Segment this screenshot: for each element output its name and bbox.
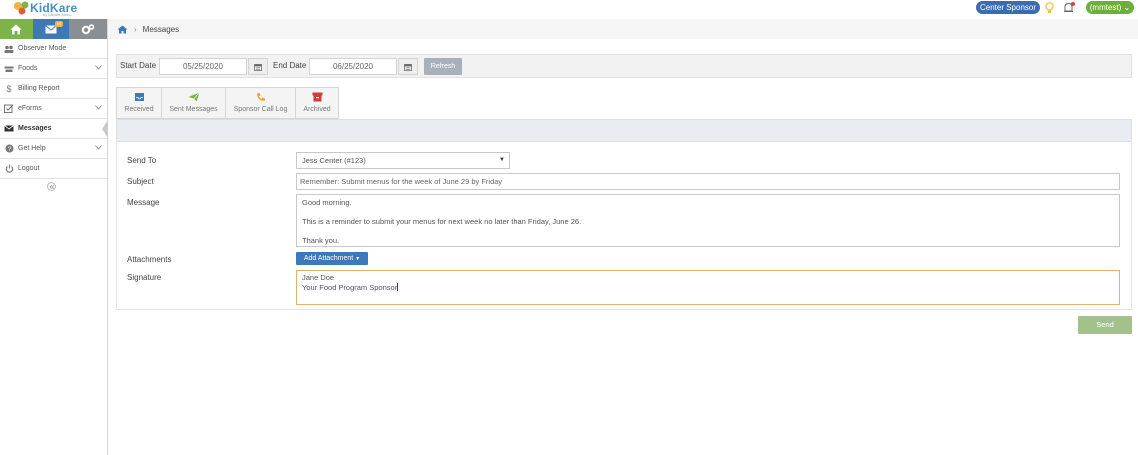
- subject-label: Subject: [127, 177, 154, 186]
- bell-icon[interactable]: [1063, 2, 1075, 14]
- message-tabs: Received Sent Messages Sponsor Call Log …: [116, 87, 339, 119]
- message-line: This is a reminder to submit your menus …: [302, 217, 582, 226]
- check-form-icon: [4, 104, 14, 114]
- paper-plane-icon: [188, 92, 200, 102]
- tab-sponsor-call-log[interactable]: Sponsor Call Log: [225, 87, 295, 119]
- settings-button[interactable]: [69, 19, 107, 39]
- signature-line-2: Your Food Program Sponsor: [302, 282, 1114, 293]
- mail-button[interactable]: 99: [32, 19, 70, 39]
- user-menu-button[interactable]: (mmtest) ⌄: [1086, 1, 1134, 14]
- tab-label: Sponsor Call Log: [233, 106, 288, 113]
- sidebar-item-label: Logout: [18, 165, 40, 172]
- add-attachment-label: Add Attachment: [303, 255, 354, 262]
- tab-label: Sent Messages: [169, 106, 218, 113]
- logo-mark-icon: [14, 1, 29, 15]
- end-date-input[interactable]: 06/25/2020: [309, 58, 397, 75]
- envelope-icon: [4, 124, 14, 134]
- caret-down-icon: ▼: [499, 157, 505, 163]
- refresh-button[interactable]: Refresh: [424, 58, 462, 75]
- subject-input[interactable]: Remember: Submit menus for the week of J…: [296, 173, 1120, 190]
- gear-icon: [81, 23, 95, 34]
- sidebar-item-label: Billing Report: [18, 85, 60, 92]
- lightbulb-icon[interactable]: [1045, 2, 1054, 14]
- end-date-label: End Date: [273, 61, 307, 70]
- user-label: (mmtest): [1089, 3, 1122, 12]
- start-date-calendar-button[interactable]: [248, 58, 268, 75]
- send-to-label: Send To: [127, 156, 157, 165]
- help-icon: ?: [4, 144, 14, 154]
- inbox-icon: [134, 93, 144, 101]
- power-icon: [4, 164, 14, 174]
- tab-label: Received: [124, 106, 154, 113]
- calendar-icon: [254, 63, 262, 71]
- sidebar-item-messages[interactable]: Messages: [0, 119, 108, 139]
- phone-icon: [256, 93, 265, 101]
- send-to-value: Jess Center (#123): [302, 156, 366, 165]
- add-attachment-button[interactable]: Add Attachment ▼: [296, 252, 368, 265]
- chevron-down-icon: [95, 145, 102, 150]
- sidebar-item-label: eForms: [18, 105, 42, 112]
- sidebar-item-eforms[interactable]: eForms: [0, 99, 107, 119]
- chevron-down-icon: ⌄: [1123, 3, 1131, 12]
- sidebar-item-get-help[interactable]: ? Get Help: [0, 139, 107, 159]
- chevron-left-icon: [48, 184, 54, 189]
- text-cursor: [397, 282, 399, 291]
- breadcrumb-separator: ›: [134, 24, 137, 34]
- message-label: Message: [127, 198, 160, 207]
- signature-line: Jane Doe: [302, 273, 335, 282]
- sidebar-item-logout[interactable]: Logout: [0, 159, 107, 179]
- home-button[interactable]: [0, 19, 33, 39]
- send-button[interactable]: Send: [1078, 316, 1132, 334]
- message-line: Good morning.: [302, 198, 352, 207]
- signature-label: Signature: [127, 273, 162, 282]
- svg-text:?: ?: [7, 146, 11, 153]
- top-bar: KidKare by Minute Menu Center Sponsor (m…: [0, 0, 1138, 19]
- breadcrumb: › Messages: [108, 19, 1138, 39]
- start-date-label: Start Date: [120, 61, 157, 70]
- tab-sent-messages[interactable]: Sent Messages: [161, 87, 225, 119]
- home-icon[interactable]: [117, 25, 128, 34]
- center-sponsor-button[interactable]: Center Sponsor: [976, 1, 1040, 14]
- caret-down-icon: ▼: [355, 256, 361, 262]
- logo-subtext: by Minute Menu: [43, 12, 72, 17]
- dollar-icon: $: [6, 83, 12, 94]
- start-date-input[interactable]: 05/25/2020: [159, 58, 247, 75]
- sidebar-top-nav: 99: [0, 19, 107, 39]
- calendar-icon: [404, 63, 412, 71]
- signature-line: Your Food Program Sponsor: [302, 282, 398, 292]
- send-to-select[interactable]: Jess Center (#123) ▼: [296, 152, 510, 169]
- sidebar: 99 Observer Mode Foods $ Billing Report …: [0, 19, 108, 455]
- sidebar-item-label: Messages: [18, 125, 52, 132]
- chevron-down-icon: [95, 65, 102, 70]
- sidebar-item-label: Get Help: [18, 145, 46, 152]
- food-icon: [4, 64, 14, 74]
- message-line: Thank you.: [302, 236, 340, 245]
- tab-received[interactable]: Received: [116, 87, 161, 119]
- breadcrumb-current: Messages: [142, 24, 180, 34]
- sidebar-item-label: Foods: [18, 65, 38, 72]
- message-textarea[interactable]: Good morning. This is a reminder to subm…: [296, 194, 1120, 247]
- sidebar-item-observer-mode[interactable]: Observer Mode: [0, 39, 107, 59]
- home-icon: [10, 24, 22, 34]
- end-date-calendar-button[interactable]: [398, 58, 418, 75]
- collapse-sidebar-button[interactable]: [47, 182, 56, 191]
- kidkare-logo[interactable]: KidKare by Minute Menu: [13, 0, 83, 18]
- tab-archived[interactable]: Archived: [295, 87, 339, 119]
- archive-icon: [312, 92, 322, 102]
- sidebar-item-label: Observer Mode: [18, 45, 67, 52]
- signature-textarea[interactable]: Jane Doe Your Food Program Sponsor: [296, 270, 1120, 305]
- sidebar-item-foods[interactable]: Foods: [0, 59, 107, 79]
- users-icon: [4, 44, 14, 54]
- attachments-label: Attachments: [127, 255, 172, 264]
- mail-badge: 99: [54, 21, 64, 27]
- tab-label: Archived: [303, 106, 331, 113]
- date-filter-bar: Start Date 05/25/2020 End Date 06/25/202…: [116, 54, 1132, 78]
- tab-content-header: [116, 119, 1132, 142]
- sidebar-item-billing-report[interactable]: $ Billing Report: [0, 79, 107, 99]
- chevron-down-icon: [95, 105, 102, 110]
